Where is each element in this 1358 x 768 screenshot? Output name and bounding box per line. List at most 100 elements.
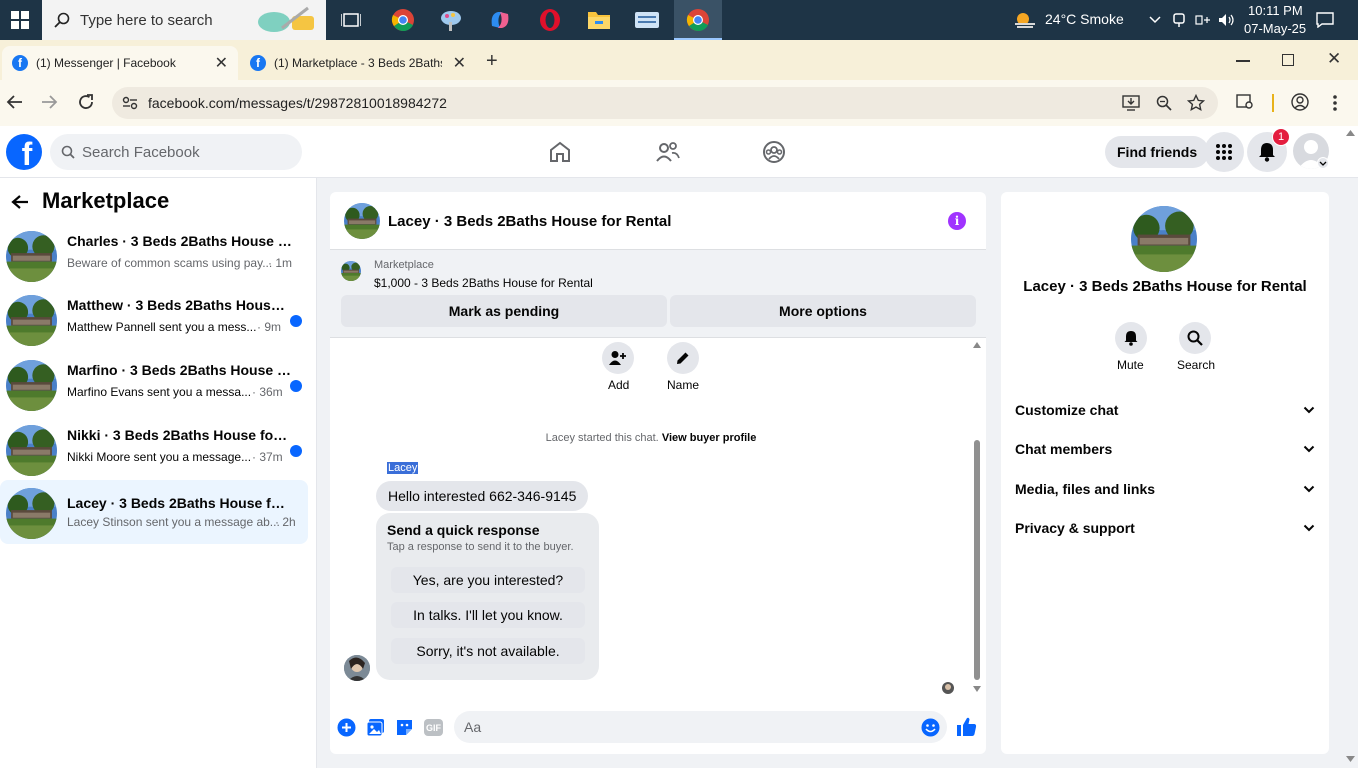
clock-time[interactable]: 10:11 PM — [1248, 3, 1303, 18]
more-options-button[interactable]: More options — [670, 295, 976, 327]
section-label: Chat members — [1015, 441, 1113, 457]
meet-icon[interactable] — [1170, 10, 1188, 30]
photo-icon[interactable] — [366, 718, 385, 737]
conversation-item[interactable]: Nikki · 3 Beds 2Baths House for Rental N… — [0, 418, 308, 482]
message-bubble[interactable]: Hello interested 662-346-9145 — [376, 481, 589, 511]
menu-grid-button[interactable] — [1204, 132, 1244, 172]
clock-date[interactable]: 07-May-25 — [1244, 21, 1306, 36]
bookmark-star-icon[interactable] — [1187, 94, 1205, 112]
profile-icon[interactable] — [1291, 93, 1309, 111]
scroll-up-arrow-icon[interactable] — [973, 342, 981, 348]
windows-start-icon[interactable] — [0, 0, 40, 40]
quick-response-in-talks-button[interactable]: In talks. I'll let you know. — [391, 602, 585, 628]
chrome-active-icon[interactable] — [674, 0, 722, 40]
add-person-button[interactable] — [602, 342, 634, 374]
keyboard-app-icon[interactable] — [634, 7, 660, 33]
paint-app-icon[interactable] — [438, 7, 464, 33]
rename-button[interactable] — [667, 342, 699, 374]
zoom-icon[interactable] — [1156, 95, 1172, 111]
thumbs-up-icon[interactable] — [956, 716, 977, 737]
tab-marketplace[interactable]: f (1) Marketplace - 3 Beds 2Baths ✕ — [240, 46, 476, 80]
quick-response-subtitle: Tap a response to send it to the buyer. — [387, 541, 574, 553]
conversation-item[interactable]: Marfino · 3 Beds 2Baths House for Rental… — [0, 353, 308, 417]
quick-response-not-available-button[interactable]: Sorry, it's not available. — [391, 638, 585, 664]
chat-avatar[interactable] — [344, 203, 380, 239]
search-icon — [54, 12, 70, 28]
browser-address-bar: facebook.com/messages/t/2987281001898427… — [0, 80, 1358, 126]
buyer-avatar[interactable] — [344, 655, 370, 681]
quick-response-yes-button[interactable]: Yes, are you interested? — [391, 567, 585, 593]
groups-icon[interactable] — [762, 140, 786, 164]
volume-icon[interactable] — [1218, 10, 1236, 30]
page-scroll-up-icon[interactable] — [1346, 130, 1355, 136]
close-tab-icon[interactable]: ✕ — [453, 53, 466, 73]
listing-thumbnail[interactable] — [341, 261, 361, 281]
conversation-item-selected[interactable]: Lacey · 3 Beds 2Baths House for Rental L… — [0, 480, 308, 544]
file-explorer-icon[interactable] — [586, 7, 612, 33]
search-conversation-button[interactable] — [1179, 322, 1211, 354]
chevron-down-icon[interactable] — [1317, 157, 1329, 169]
back-arrow-icon[interactable] — [11, 194, 29, 210]
home-icon[interactable] — [548, 140, 572, 164]
install-app-icon[interactable] — [1122, 95, 1140, 111]
notification-center-icon[interactable] — [1314, 10, 1336, 30]
name-label: Name — [667, 378, 700, 392]
sticker-icon[interactable] — [395, 718, 414, 737]
forward-arrow-icon[interactable] — [40, 93, 58, 111]
scroll-down-arrow-icon[interactable] — [973, 686, 981, 692]
back-arrow-icon[interactable] — [6, 93, 24, 111]
chrome-icon[interactable] — [390, 7, 416, 33]
chat-title[interactable]: Lacey · 3 Beds 2Baths House for Rental — [388, 213, 671, 230]
customize-chat-section[interactable]: Customize chat — [1015, 400, 1315, 420]
copilot-icon[interactable] — [487, 7, 513, 33]
find-friends-button[interactable]: Find friends — [1105, 136, 1210, 168]
info-icon[interactable]: i — [948, 212, 966, 230]
section-label: Customize chat — [1015, 402, 1119, 418]
listing-title[interactable]: $1,000 - 3 Beds 2Baths House for Rental — [374, 276, 593, 290]
weather-text[interactable]: 24°C Smoke — [1045, 11, 1124, 27]
view-buyer-profile-link[interactable]: View buyer profile — [662, 432, 757, 444]
chevron-up-icon[interactable] — [1146, 10, 1164, 30]
media-files-links-section[interactable]: Media, files and links — [1015, 479, 1315, 499]
tab-messenger[interactable]: f (1) Messenger | Facebook ✕ — [2, 46, 238, 80]
task-view-icon[interactable] — [338, 8, 364, 32]
weather-icon[interactable] — [1012, 8, 1038, 32]
chat-panel: Lacey · 3 Beds 2Baths House for Rental i… — [330, 192, 986, 754]
url-bar[interactable]: facebook.com/messages/t/2987281001898427… — [112, 87, 1218, 119]
tab-label: (1) Marketplace - 3 Beds 2Baths — [274, 56, 442, 70]
conversation-item[interactable]: Charles · 3 Beds 2Baths House for Rental… — [0, 224, 308, 288]
facebook-logo-icon[interactable]: f — [6, 134, 42, 170]
emoji-icon[interactable] — [921, 718, 940, 737]
facebook-search-input[interactable]: Search Facebook — [50, 134, 302, 170]
close-window-icon[interactable]: ✕ — [1327, 49, 1341, 69]
site-settings-icon[interactable] — [122, 96, 138, 110]
message-scrollbar[interactable] — [972, 340, 982, 700]
profile-avatar[interactable] — [1131, 206, 1197, 272]
marketplace-label: Marketplace — [374, 259, 434, 271]
add-person-icon — [609, 351, 626, 365]
taskbar-search-box[interactable]: Type here to search — [42, 0, 326, 40]
browser-menu-icon[interactable] — [1332, 94, 1338, 112]
minimize-icon[interactable] — [1236, 60, 1250, 62]
chat-members-section[interactable]: Chat members — [1015, 439, 1315, 459]
friends-icon[interactable] — [655, 140, 681, 164]
plus-circle-icon[interactable] — [337, 718, 356, 737]
scrollbar-thumb[interactable] — [974, 440, 980, 680]
new-tab-plus-icon[interactable]: + — [486, 50, 498, 73]
gif-icon[interactable]: GIF — [424, 719, 443, 736]
marketplace-listing-bar: Marketplace $1,000 - 3 Beds 2Baths House… — [330, 250, 986, 338]
reload-icon[interactable] — [77, 93, 95, 111]
message-input[interactable]: Aa — [454, 711, 947, 743]
opera-icon[interactable] — [537, 7, 563, 33]
network-icon[interactable] — [1194, 10, 1212, 30]
tab-search-icon[interactable] — [1236, 94, 1254, 110]
conversation-item[interactable]: Matthew · 3 Beds 2Baths House for Rental… — [0, 288, 308, 352]
privacy-support-section[interactable]: Privacy & support — [1015, 518, 1315, 538]
restore-icon[interactable] — [1282, 54, 1294, 66]
search-icon — [61, 145, 75, 159]
page-scroll-down-icon[interactable] — [1346, 756, 1355, 762]
mute-button[interactable] — [1115, 322, 1147, 354]
mark-as-pending-button[interactable]: Mark as pending — [341, 295, 667, 327]
browser-tab-bar: f (1) Messenger | Facebook ✕ f (1) Marke… — [0, 40, 1358, 80]
close-tab-icon[interactable]: ✕ — [215, 53, 228, 73]
